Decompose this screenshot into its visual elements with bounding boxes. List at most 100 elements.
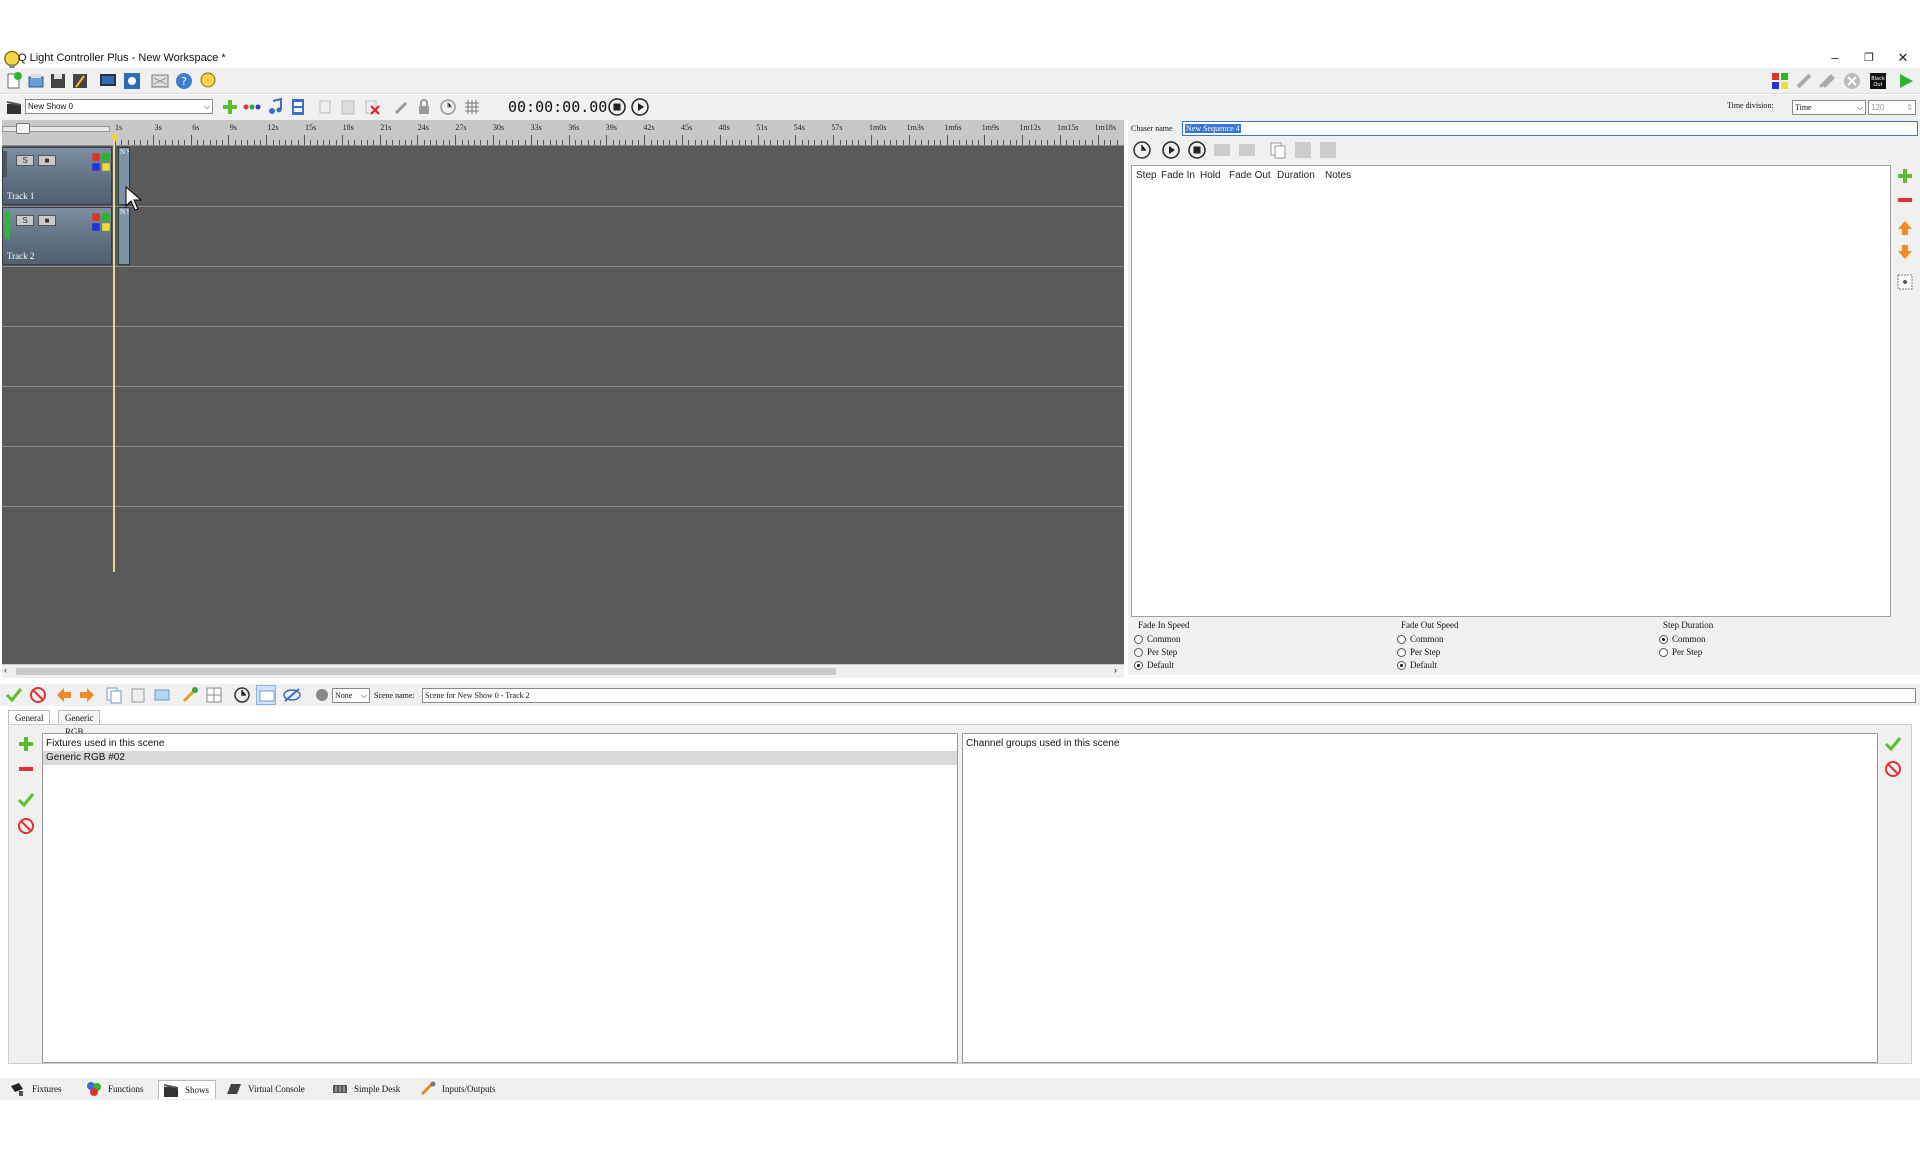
- scroll-left-icon[interactable]: ‹: [4, 665, 7, 675]
- monitor-icon[interactable]: [98, 71, 118, 91]
- add-sequence-icon[interactable]: [242, 97, 262, 117]
- track-header-2[interactable]: S ■ Track 2: [2, 207, 112, 265]
- blackout-icon[interactable]: Black Out: [1868, 71, 1888, 91]
- fade-in-common-radio[interactable]: Common: [1134, 634, 1334, 645]
- tab-fixtures[interactable]: Fixtures: [6, 1080, 68, 1099]
- fade-out-default-radio[interactable]: Default: [1397, 660, 1597, 671]
- save-as-icon[interactable]: [70, 71, 90, 91]
- minimize-button[interactable]: –: [1824, 50, 1846, 66]
- track-colors-icon[interactable]: [91, 152, 110, 171]
- restore-button[interactable]: ❐: [1858, 50, 1880, 66]
- scroll-right-icon[interactable]: ›: [1114, 665, 1117, 675]
- timeline-ruler[interactable]: 1s 3s 6s 9s 12s 15s 18s 21s 24s 27s 30s 33s 36s 39s 42…: [2, 120, 1124, 146]
- enable-group-icon[interactable]: [1883, 734, 1903, 754]
- timeline-horizontal-scrollbar[interactable]: ‹ ›: [2, 664, 1124, 678]
- list-item[interactable]: Generic RGB #02: [43, 751, 957, 765]
- disable-group-icon[interactable]: [1883, 759, 1903, 779]
- mute-button[interactable]: ■: [38, 155, 56, 166]
- column-notes[interactable]: Notes: [1325, 170, 1351, 181]
- stop-icon[interactable]: [607, 97, 627, 117]
- snap-grid-icon[interactable]: [462, 97, 482, 117]
- new-workspace-icon[interactable]: [4, 71, 24, 91]
- copy-values-icon[interactable]: [104, 685, 124, 705]
- operate-mode-icon[interactable]: [1896, 71, 1916, 91]
- paste-step-icon[interactable]: [1318, 140, 1338, 160]
- tab-shows[interactable]: Shows: [158, 1080, 217, 1099]
- next-step-icon[interactable]: [1237, 140, 1257, 160]
- chaser-stop-icon[interactable]: [1187, 140, 1207, 160]
- zoom-slider-handle[interactable]: [16, 123, 30, 134]
- column-step[interactable]: Step: [1136, 170, 1157, 181]
- delete-icon[interactable]: [362, 97, 382, 117]
- solo-button[interactable]: S: [16, 215, 34, 226]
- dmx-dump-icon[interactable]: [150, 71, 170, 91]
- tab-inputs-outputs[interactable]: Inputs/Outputs: [416, 1080, 502, 1099]
- channel-groups-list[interactable]: Channel groups used in this scene: [962, 733, 1878, 1063]
- help-icon[interactable]: ?: [174, 71, 194, 91]
- previous-tab-icon[interactable]: [54, 685, 74, 705]
- scrollbar-thumb[interactable]: [16, 668, 836, 675]
- fade-in-per-step-radio[interactable]: Per Step: [1134, 647, 1334, 658]
- column-fade-in[interactable]: Fade In: [1161, 170, 1195, 181]
- remove-step-icon[interactable]: [1895, 190, 1915, 210]
- address-tool-icon[interactable]: [122, 71, 142, 91]
- paste-values-icon[interactable]: [128, 685, 148, 705]
- fade-in-default-radio[interactable]: Default: [1134, 660, 1334, 671]
- lower-step-icon[interactable]: [1895, 242, 1915, 262]
- copy-to-all-icon[interactable]: [152, 685, 172, 705]
- mode-select[interactable]: None ⌵: [332, 688, 370, 703]
- mute-button[interactable]: ■: [38, 215, 56, 226]
- tab-virtual-console[interactable]: Virtual Console: [222, 1080, 311, 1099]
- stop-all-icon[interactable]: [1842, 71, 1862, 91]
- step-duration-per-step-radio[interactable]: Per Step: [1659, 647, 1859, 658]
- timeline-canvas[interactable]: S ■ Track 1 N Se 2 S ■ Track 2 N Se 4: [2, 146, 1124, 664]
- playhead-cursor[interactable]: [113, 140, 115, 572]
- fade-out-common-radio[interactable]: Common: [1397, 634, 1597, 645]
- step-duration-common-radio[interactable]: Common: [1659, 634, 1859, 645]
- tab-general[interactable]: General: [8, 710, 51, 724]
- sequence-item-track-2[interactable]: N Se 4: [118, 207, 130, 265]
- track-header-1[interactable]: S ■ Track 1: [2, 147, 112, 205]
- record-icon[interactable]: [312, 685, 332, 705]
- lock-icon[interactable]: [414, 97, 434, 117]
- disabled-tool-2-icon[interactable]: [1816, 71, 1836, 91]
- chaser-play-icon[interactable]: [1161, 140, 1181, 160]
- column-fade-out[interactable]: Fade Out: [1229, 170, 1271, 181]
- speed-dial-icon[interactable]: [1132, 140, 1152, 160]
- fixtures-list[interactable]: Fixtures used in this scene Generic RGB …: [42, 733, 958, 1063]
- cut-step-icon[interactable]: [1293, 140, 1313, 160]
- column-duration[interactable]: Duration: [1277, 170, 1315, 181]
- save-icon[interactable]: [48, 71, 68, 91]
- add-video-icon[interactable]: [288, 97, 308, 117]
- shuffle-steps-icon[interactable]: [1895, 272, 1915, 292]
- disable-fixture-icon[interactable]: [16, 816, 36, 836]
- paste-icon[interactable]: [338, 97, 358, 117]
- add-fixture-icon[interactable]: [16, 734, 36, 754]
- track-colors-icon[interactable]: [91, 212, 110, 231]
- chaser-steps-table[interactable]: Step Fade In Hold Fade Out Duration Note…: [1131, 165, 1891, 617]
- time-division-select[interactable]: Time ⌵: [1792, 100, 1866, 115]
- tab-functions[interactable]: Functions: [82, 1080, 150, 1099]
- blind-mode-icon[interactable]: [282, 685, 302, 705]
- show-select[interactable]: New Show 0 ⌵: [25, 99, 213, 114]
- column-hold[interactable]: Hold: [1200, 170, 1221, 181]
- solo-button[interactable]: S: [16, 155, 34, 166]
- timing-icon[interactable]: [438, 97, 458, 117]
- open-icon[interactable]: [26, 71, 46, 91]
- disable-all-icon[interactable]: [28, 685, 48, 705]
- close-button[interactable]: ✕: [1892, 50, 1914, 66]
- previous-step-icon[interactable]: [1212, 140, 1232, 160]
- play-icon[interactable]: [630, 97, 650, 117]
- color-icon[interactable]: [392, 97, 412, 117]
- tab-simple-desk[interactable]: Simple Desk: [328, 1080, 406, 1099]
- position-tool-icon[interactable]: [204, 685, 224, 705]
- add-audio-icon[interactable]: [266, 97, 286, 117]
- add-track-icon[interactable]: [220, 97, 240, 117]
- tab-generic-rgb-02[interactable]: Generic RGB #02: [58, 710, 101, 751]
- bpm-spinbox[interactable]: 120 ⇕: [1868, 100, 1916, 115]
- raise-step-icon[interactable]: [1895, 218, 1915, 238]
- color-tool-icon[interactable]: [180, 685, 200, 705]
- enable-all-icon[interactable]: [4, 685, 24, 705]
- copy-icon[interactable]: [316, 97, 336, 117]
- remove-fixture-icon[interactable]: [16, 759, 36, 779]
